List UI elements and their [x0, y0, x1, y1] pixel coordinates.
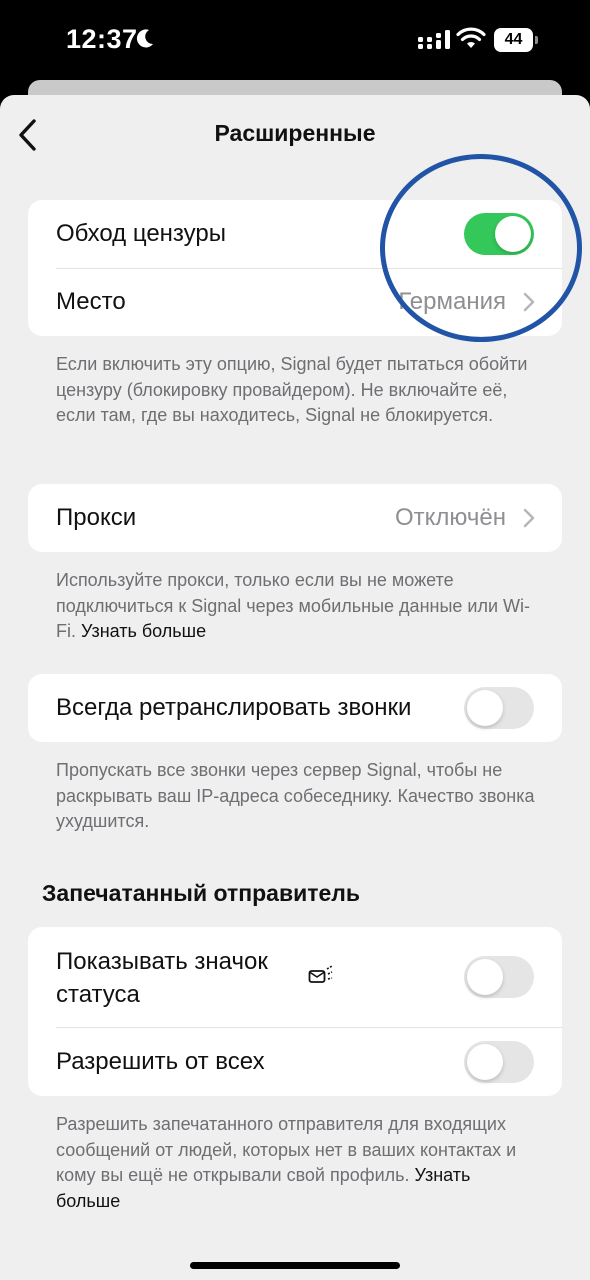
allow-all-toggle[interactable]	[464, 1041, 534, 1083]
show-status-label: Показывать значок статуса	[56, 948, 268, 1008]
sealed-sender-icon	[308, 965, 333, 983]
allow-all-label: Разрешить от всех	[56, 1048, 265, 1075]
location-label: Место	[56, 288, 126, 315]
censorship-note: Если включить эту опцию, Signal будет пы…	[56, 354, 528, 425]
moon-icon	[136, 29, 153, 48]
sealed-sender-header: Запечатанный отправитель	[42, 880, 361, 906]
sealed-sender-note: Разрешить запечатанного отправителя для …	[56, 1112, 536, 1214]
censorship-toggle-label: Обход цензуры	[56, 220, 226, 247]
relay-calls-note: Пропускать все звонки через сервер Signa…	[56, 760, 535, 831]
proxy-card: Прокси Отключён	[28, 484, 562, 552]
proxy-value: Отключён	[394, 504, 506, 531]
status-time: 12:37	[66, 24, 138, 54]
proxy-note: Используйте прокси, только если вы не мо…	[56, 568, 536, 645]
home-indicator	[190, 1262, 400, 1269]
allow-all-row[interactable]: Разрешить от всех	[28, 1028, 562, 1096]
sealed-sender-card: Показывать значок статуса Разрешить от в…	[28, 927, 562, 1096]
proxy-row[interactable]: Прокси Отключён	[28, 484, 562, 552]
status-bar: 12:37 44	[0, 0, 590, 90]
show-status-toggle[interactable]	[464, 956, 534, 998]
relay-calls-row[interactable]: Всегда ретранслировать звонки	[28, 674, 562, 742]
proxy-label: Прокси	[56, 504, 137, 531]
wifi-icon	[456, 27, 486, 48]
page-title: Расширенные	[214, 120, 376, 146]
show-status-row[interactable]: Показывать значок статуса	[28, 927, 562, 1027]
relay-calls-toggle[interactable]	[464, 687, 534, 729]
battery-icon: 44	[494, 28, 538, 52]
chevron-right-icon	[523, 508, 535, 528]
relay-calls-label: Всегда ретранслировать звонки	[56, 694, 412, 721]
proxy-learn-more-link[interactable]: Узнать больше	[81, 621, 206, 641]
annotation-circle	[380, 154, 582, 342]
cellular-signal-icon	[418, 30, 450, 49]
battery-level: 44	[504, 31, 523, 48]
relay-calls-card: Всегда ретранслировать звонки	[28, 674, 562, 742]
